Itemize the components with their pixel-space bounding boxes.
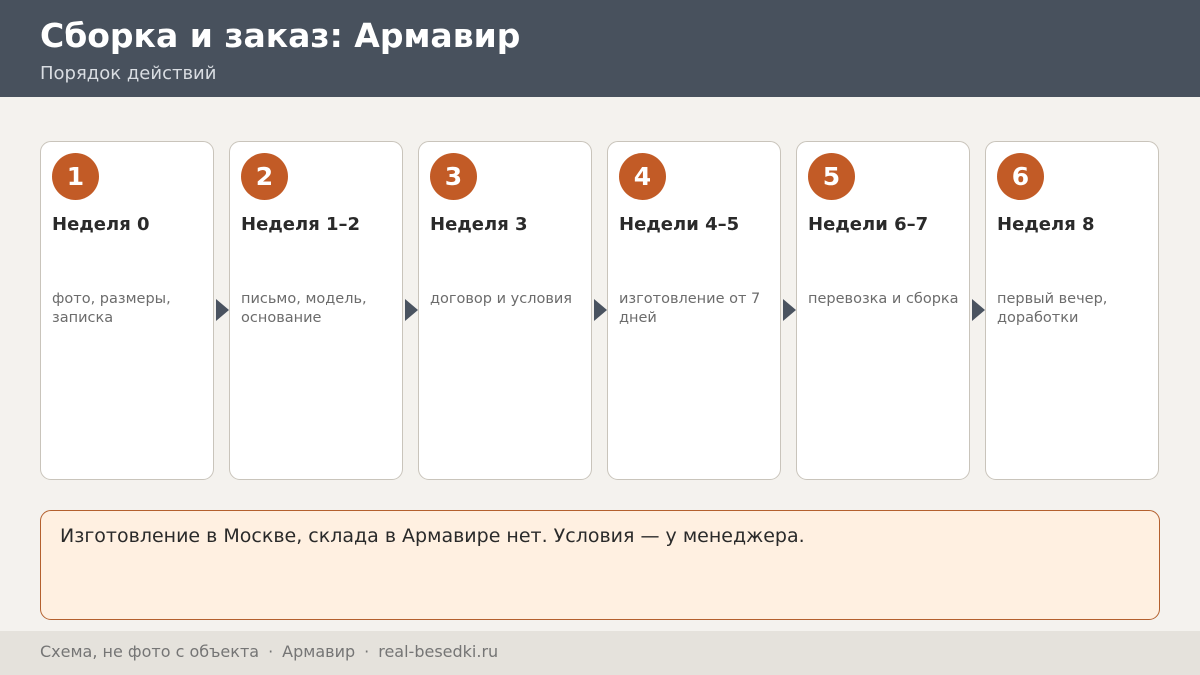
- step-card-6: 6 Неделя 8 первый вечер, доработки: [985, 141, 1159, 480]
- step-card-5: 5 Недели 6–7 перевозка и сборка: [796, 141, 970, 480]
- info-note: Изготовление в Москве, склада в Армавире…: [40, 510, 1160, 620]
- footer-separator: ·: [364, 642, 370, 661]
- arrow-right-icon: [783, 299, 796, 321]
- step-number-badge: 2: [241, 153, 288, 200]
- step-title: Неделя 0: [52, 214, 150, 235]
- header-bar: Сборка и заказ: Армавир Порядок действий: [0, 0, 1200, 97]
- step-number-badge: 3: [430, 153, 477, 200]
- footer-separator: ·: [268, 642, 274, 661]
- footer-city: Армавир: [282, 642, 356, 661]
- footer-site: real-besedki.ru: [378, 642, 499, 661]
- step-description: договор и условия: [430, 291, 573, 307]
- step-title: Недели 6–7: [808, 214, 929, 235]
- footer-bar: Схема, не фото с объекта · Армавир · real-be…: [0, 631, 1200, 675]
- step-number-badge: 6: [997, 153, 1044, 200]
- step-description: первый вечер, доработки: [997, 291, 1108, 326]
- step-number-badge: 4: [619, 153, 666, 200]
- step-title: Неделя 8: [997, 214, 1095, 235]
- step-description: изготовление от 7 дней: [619, 291, 761, 326]
- step-card-1: 1 Неделя 0 фото, размеры, записка: [40, 141, 214, 480]
- arrow-right-icon: [594, 299, 607, 321]
- step-title: Недели 4–5: [619, 214, 740, 235]
- step-card-4: 4 Недели 4–5 изготовление от 7 дней: [607, 141, 781, 480]
- step-description: письмо, модель, основание: [241, 291, 367, 326]
- step-description: фото, размеры, записка: [52, 291, 171, 326]
- arrow-right-icon: [972, 299, 985, 321]
- step-number-badge: 5: [808, 153, 855, 200]
- page-subtitle: Порядок действий: [40, 63, 217, 84]
- step-description: перевозка и сборка: [808, 291, 959, 307]
- arrow-right-icon: [216, 299, 229, 321]
- info-note-text: Изготовление в Москве, склада в Армавире…: [60, 525, 805, 547]
- step-card-2: 2 Неделя 1–2 письмо, модель, основание: [229, 141, 403, 480]
- footer-text: Схема, не фото с объекта · Армавир · real-be…: [40, 642, 498, 661]
- arrow-right-icon: [405, 299, 418, 321]
- step-title: Неделя 1–2: [241, 214, 361, 235]
- step-number-badge: 1: [52, 153, 99, 200]
- footer-disclaimer: Схема, не фото с объекта: [40, 642, 260, 661]
- step-title: Неделя 3: [430, 214, 528, 235]
- page-title: Сборка и заказ: Армавир: [40, 16, 521, 55]
- step-card-3: 3 Неделя 3 договор и условия: [418, 141, 592, 480]
